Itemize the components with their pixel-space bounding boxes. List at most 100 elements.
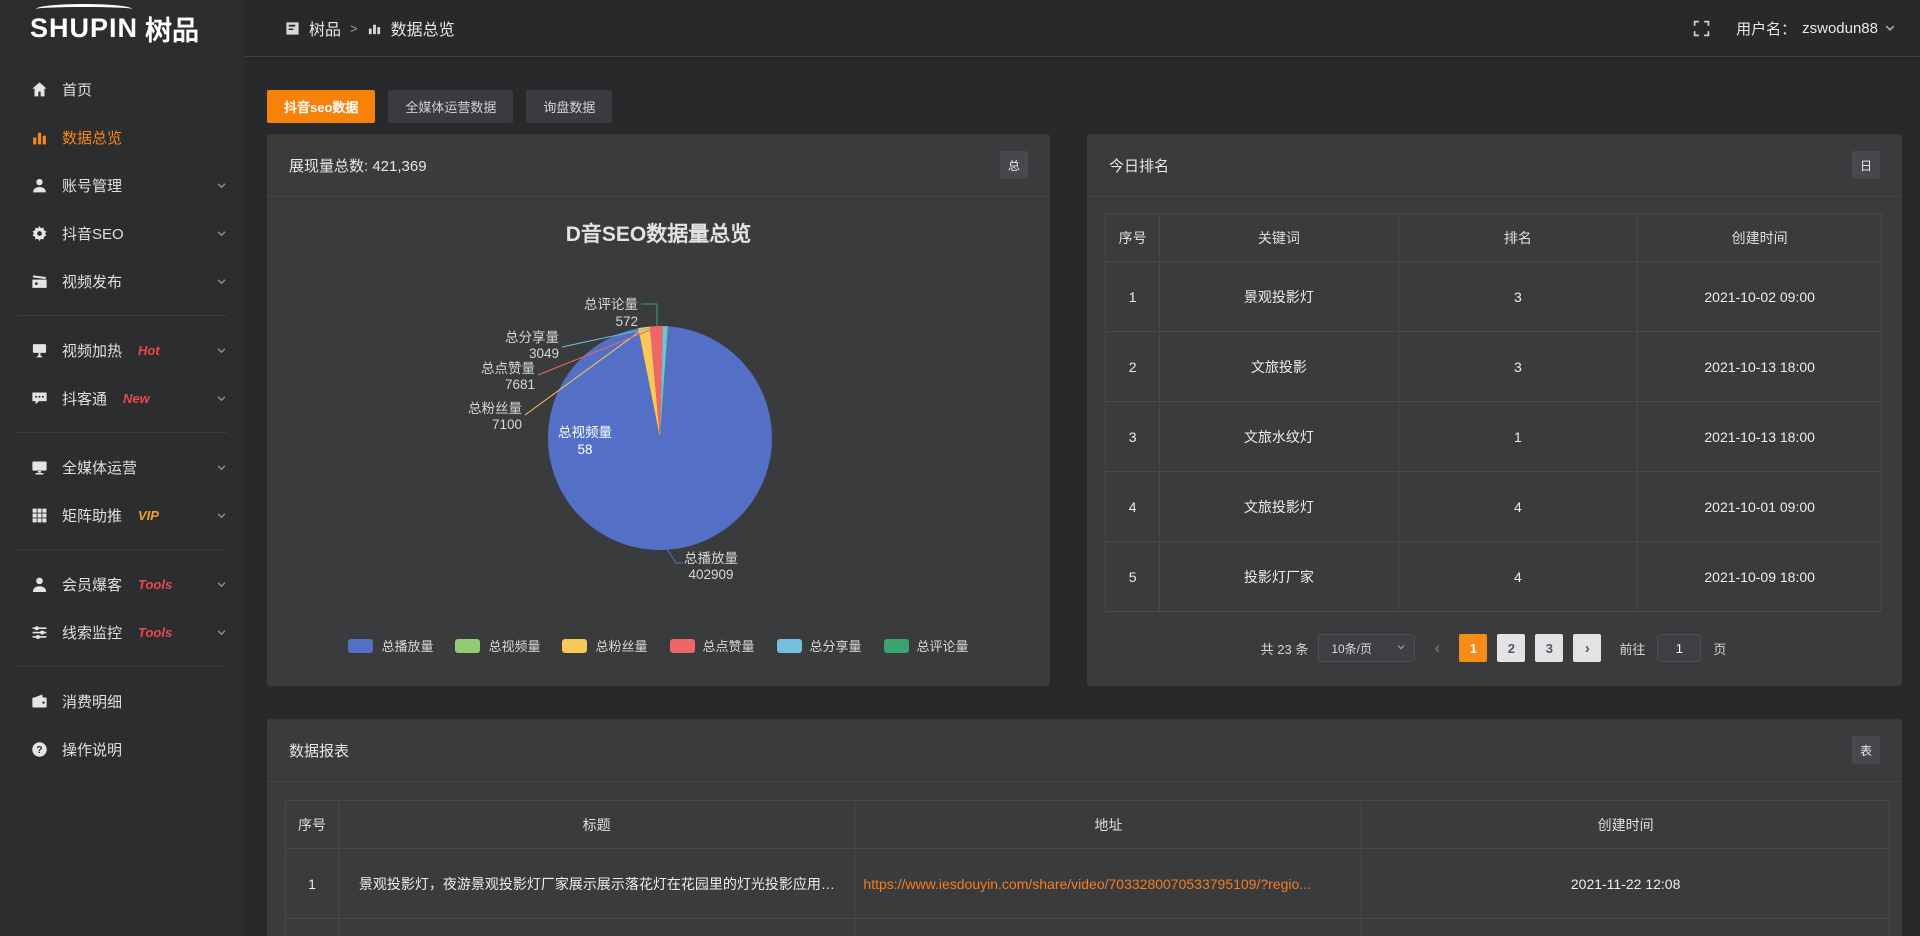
legend-label: 总视频量 (488, 636, 540, 655)
legend-label: 总点赞量 (703, 636, 755, 655)
tab-1[interactable]: 抖音seo数据 (267, 90, 375, 123)
ranking-cell: 2021-10-01 09:00 (1638, 472, 1882, 542)
chevron-down-icon (216, 393, 227, 404)
sidebar-item-7[interactable]: 抖客通 New (0, 374, 245, 422)
pie-label-总评论量-value: 572 (615, 314, 638, 329)
chevron-down-icon (216, 579, 227, 590)
sidebar-item-5[interactable]: 视频发布 (0, 257, 245, 305)
legend-swatch (884, 639, 909, 653)
ranking-cell: 1 (1398, 402, 1638, 472)
pie-chart-area: D音SEO数据量总览 总播放量402909总视频量58总粉丝量7100总点赞量7… (267, 197, 1050, 685)
member-icon (30, 575, 48, 593)
logo-text-en: SHUPIN (30, 13, 138, 44)
ranking-cell: 4 (1398, 472, 1638, 542)
table-row[interactable]: 1景观投影灯32021-10-02 09:00 (1106, 262, 1882, 332)
chevron-down-icon (216, 180, 227, 191)
legend-label: 总评论量 (917, 636, 969, 655)
grid-icon (30, 506, 48, 524)
sidebar-item-11[interactable]: 线索监控Tools (0, 608, 245, 656)
table-row[interactable]: 3文旅水纹灯12021-10-13 18:00 (1106, 402, 1882, 472)
sidebar-item-4[interactable]: 抖音SEO (0, 209, 245, 257)
ranking-cell: 4 (1398, 542, 1638, 612)
sidebar-item-12[interactable]: 消费明细 (0, 677, 245, 725)
ranking-cell: 2 (1106, 332, 1160, 402)
username-value: zswodun88 (1802, 20, 1878, 37)
pie-label-总点赞量-value: 7681 (505, 377, 535, 392)
report-cell-url[interactable]: https://www.iesdouyin.com/share/video/70… (855, 849, 1362, 919)
legend-item-总粉丝量[interactable]: 总粉丝量 (562, 636, 647, 655)
table-row[interactable]: 1景观投影灯，夜游景观投影灯厂家展示展示落花灯在花园里的灯光投影应用效果 #ht… (286, 849, 1890, 919)
ranking-day-button[interactable]: 日 (1852, 151, 1880, 179)
sidebar-item-2[interactable]: 数据总览 (0, 113, 245, 161)
legend-swatch (670, 639, 695, 653)
overview-panel: 展现量总数: 421,369 总 D音SEO数据量总览 总播放量402909总视… (267, 134, 1050, 686)
breadcrumb-chart-icon (367, 21, 382, 36)
prev-page-button[interactable]: ‹ (1425, 634, 1449, 662)
pie-label-总分享量-value: 3049 (529, 346, 559, 361)
table-row[interactable]: 5投影灯厂家42021-10-09 18:00 (1106, 542, 1882, 612)
ranking-cell: 文旅水纹灯 (1160, 402, 1398, 472)
legend-item-总播放量[interactable]: 总播放量 (348, 636, 433, 655)
ranking-cell: 3 (1398, 262, 1638, 332)
app-logo[interactable]: SHUPIN 树品 (0, 0, 245, 57)
report-col-header: 地址 (855, 801, 1362, 849)
table-row[interactable]: 2文旅投影32021-10-13 18:00 (1106, 332, 1882, 402)
pie-chart[interactable]: 总播放量402909总视频量58总粉丝量7100总点赞量7681总分享量3049… (267, 197, 1050, 637)
sidebar-item-label: 抖客通 (62, 388, 107, 409)
legend-item-总分享量[interactable]: 总分享量 (777, 636, 862, 655)
legend-item-总视频量[interactable]: 总视频量 (455, 636, 540, 655)
sidebar-item-10[interactable]: 会员爆客Tools (0, 560, 245, 608)
breadcrumb-root[interactable]: 树品 (309, 16, 341, 40)
sidebar-item-badge: New (123, 391, 150, 406)
fullscreen-icon[interactable] (1693, 20, 1710, 37)
ranking-cell: 2021-10-13 18:00 (1638, 332, 1882, 402)
legend-item-总评论量[interactable]: 总评论量 (884, 636, 969, 655)
logo-arc-decoration (36, 4, 132, 14)
tab-2[interactable]: 全媒体运营数据 (388, 90, 513, 123)
sidebar-divider (18, 315, 227, 316)
chart-legend: 总播放量 总视频量 总粉丝量 总点赞量 总分享量 总评论量 (267, 636, 1050, 655)
sidebar-divider (18, 666, 227, 667)
table-row[interactable]: 4文旅投影灯42021-10-01 09:00 (1106, 472, 1882, 542)
report-table: 序号标题地址创建时间1景观投影灯，夜游景观投影灯厂家展示展示落花灯在花园里的灯光… (285, 800, 1890, 936)
gear-icon (30, 224, 48, 242)
top-panels-row: 展现量总数: 421,369 总 D音SEO数据量总览 总播放量402909总视… (267, 134, 1902, 686)
sidebar-item-6[interactable]: 视频加热Hot (0, 326, 245, 374)
page-button-1[interactable]: 1 (1459, 634, 1487, 662)
overview-total-button[interactable]: 总 (1000, 151, 1028, 179)
ranking-table: 序号关键词排名创建时间1景观投影灯32021-10-02 09:002文旅投影3… (1105, 213, 1882, 612)
sidebar-item-3[interactable]: 账号管理 (0, 161, 245, 209)
svg-text:?: ? (36, 744, 42, 755)
next-page-button[interactable]: › (1573, 634, 1601, 662)
breadcrumb-separator: > (350, 21, 358, 36)
help-icon: ? (30, 740, 48, 758)
ranking-col-header: 排名 (1398, 214, 1638, 262)
ranking-table-area: 序号关键词排名创建时间1景观投影灯32021-10-02 09:002文旅投影3… (1087, 197, 1902, 662)
report-cell-title: 景观投影灯，夜游景观投影灯厂家展示展示落花灯在花园里的灯光投影应用效果 # (338, 849, 854, 919)
report-panel-title: 数据报表 (289, 740, 349, 761)
sidebar-item-1[interactable]: 首页 (0, 65, 245, 113)
pie-label-总粉丝量-name: 总粉丝量 (468, 401, 522, 416)
table-row[interactable] (286, 919, 1890, 936)
page-size-select[interactable]: 10条/页 (1318, 634, 1415, 662)
logo-text-cn: 树品 (145, 9, 199, 48)
report-cell-empty (1362, 919, 1890, 936)
user-menu[interactable]: 用户名：zswodun88 (1736, 18, 1896, 39)
topbar: 树品 > 数据总览 用户名：zswodun88 (245, 0, 1920, 57)
tab-3[interactable]: 询盘数据 (526, 90, 612, 123)
sidebar-item-8[interactable]: 全媒体运营 (0, 443, 245, 491)
legend-label: 总分享量 (810, 636, 862, 655)
monitor-icon (30, 458, 48, 476)
page-button-3[interactable]: 3 (1535, 634, 1563, 662)
goto-page-input[interactable] (1657, 634, 1701, 662)
sidebar-item-13[interactable]: ?操作说明 (0, 725, 245, 773)
page-button-2[interactable]: 2 (1497, 634, 1525, 662)
sidebar-item-label: 视频发布 (62, 271, 122, 292)
sidebar-item-9[interactable]: 矩阵助推VIP (0, 491, 245, 539)
breadcrumb-current: 数据总览 (391, 16, 455, 40)
pie-label-总评论量-name: 总评论量 (584, 297, 638, 312)
sidebar-item-label: 消费明细 (62, 691, 122, 712)
report-table-button[interactable]: 表 (1852, 736, 1880, 764)
legend-item-总点赞量[interactable]: 总点赞量 (670, 636, 755, 655)
sidebar-item-badge: VIP (138, 508, 159, 523)
